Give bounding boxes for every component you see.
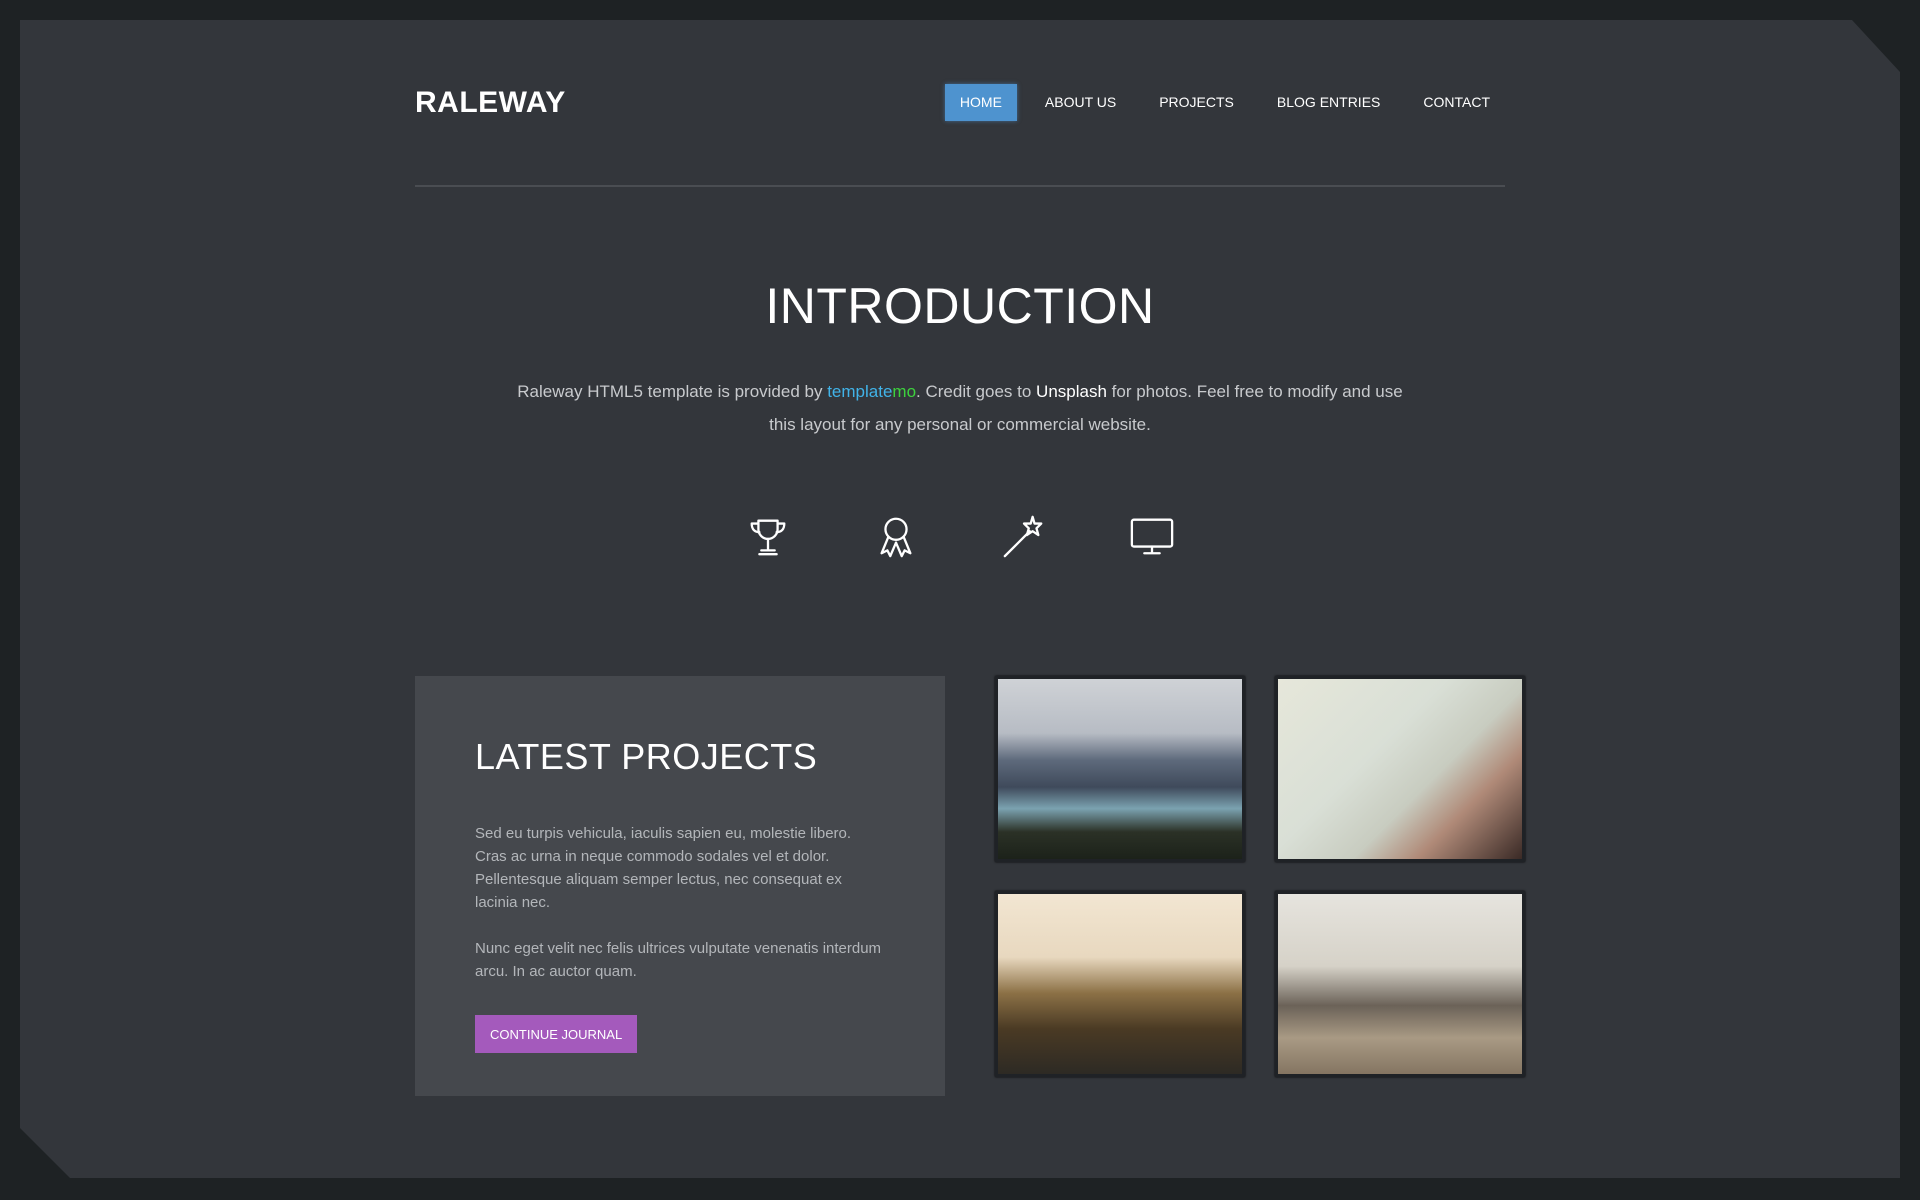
projects-title: LATEST PROJECTS [475,736,818,777]
continue-journal-button[interactable]: CONTINUE JOURNAL [475,1015,638,1053]
site-logo[interactable]: RALEWAY [415,86,566,120]
nav-home[interactable]: HOME [944,84,1017,121]
templatemo-link-part2: mo [892,382,917,401]
nav-about-us[interactable]: ABOUT US [1030,84,1131,121]
intro-text: Raleway HTML5 template is provided by te… [510,375,1410,441]
nav-blog-entries[interactable]: BLOG ENTRIES [1262,84,1395,121]
project-thumbnail-coast[interactable] [995,891,1245,1077]
latest-projects-panel: LATEST PROJECTS Sed eu turpis vehicula, … [415,676,945,1096]
templatemo-link[interactable]: templatemo [827,382,916,401]
unsplash-link[interactable]: Unsplash [1036,382,1107,401]
trophy-icon [745,513,791,559]
templatemo-link-part1: template [827,382,893,401]
intro-title: INTRODUCTION [765,278,1155,334]
feature-icons [415,513,1505,559]
main-nav: HOME ABOUT US PROJECTS BLOG ENTRIES CONT… [932,84,1505,121]
nav-contact[interactable]: CONTACT [1408,84,1505,121]
award-ribbon-icon [873,513,919,559]
project-thumbnail-mountain-lake[interactable] [995,676,1245,862]
page-frame: RALEWAY HOME ABOUT US PROJECTS BLOG ENTR… [20,20,1900,1178]
projects-paragraph-1: Sed eu turpis vehicula, iaculis sapien e… [475,825,852,911]
intro-section: INTRODUCTION Raleway HTML5 template is p… [415,277,1505,559]
intro-text-middle: . Credit goes to [916,382,1037,401]
content-container: RALEWAY HOME ABOUT US PROJECTS BLOG ENTR… [415,20,1525,1096]
projects-section: LATEST PROJECTS Sed eu turpis vehicula, … [415,676,1525,1096]
site-header: RALEWAY HOME ABOUT US PROJECTS BLOG ENTR… [415,20,1505,187]
magic-wand-icon [1001,513,1047,559]
projects-paragraph-2: Nunc eget velit nec felis ultrices vulpu… [475,940,882,980]
nav-projects[interactable]: PROJECTS [1144,84,1249,121]
desktop-monitor-icon [1129,513,1175,559]
project-thumbnail-desk[interactable] [1275,891,1525,1077]
intro-text-before: Raleway HTML5 template is provided by [517,382,828,401]
project-thumbnail-map[interactable] [1275,676,1525,862]
